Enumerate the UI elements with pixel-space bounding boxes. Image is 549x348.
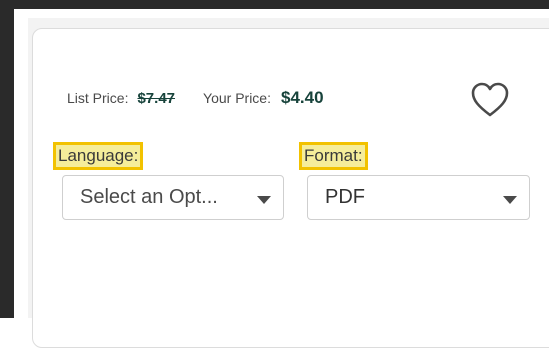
list-price-label: List Price: — [67, 90, 129, 106]
your-price-value: $4.40 — [280, 88, 324, 107]
format-select-value: PDF — [325, 186, 365, 208]
chevron-down-icon — [503, 196, 517, 204]
language-label: Language: — [52, 142, 144, 170]
price-row: List Price: $7.47 Your Price: $4.40 — [67, 88, 324, 108]
your-price-label: Your Price: — [203, 90, 271, 106]
language-select[interactable]: Select an Opt... — [62, 175, 284, 220]
format-label: Format: — [299, 142, 368, 170]
list-price-value: $7.47 — [137, 90, 176, 107]
wishlist-heart-icon[interactable] — [470, 82, 510, 118]
chevron-down-icon — [257, 196, 271, 204]
format-select[interactable]: PDF — [307, 175, 530, 220]
language-select-value: Select an Opt... — [80, 186, 218, 208]
